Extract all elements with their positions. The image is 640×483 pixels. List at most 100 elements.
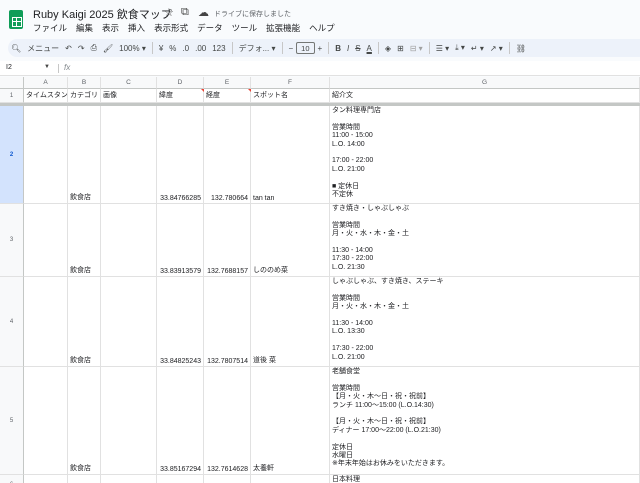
zoom-select[interactable]: 100% ▾ (116, 39, 149, 57)
menu-help[interactable]: ヘルプ (309, 22, 335, 34)
document-title[interactable]: Ruby Kaigi 2025 飲食マップ (33, 6, 172, 22)
sheets-logo-icon[interactable] (9, 10, 23, 29)
cell-category[interactable]: 飲食店 (68, 106, 101, 204)
cell-latitude[interactable]: 33.84766285 (157, 106, 204, 204)
vertical-align-icon[interactable]: ⤓ ▾ (452, 39, 468, 57)
cell-spot-name[interactable]: 道後 菜 (251, 277, 330, 367)
column-header-f[interactable]: F (251, 77, 330, 89)
strikethrough-icon[interactable]: S (352, 39, 363, 57)
cell-spot-name[interactable] (251, 475, 330, 483)
cell-timestamp[interactable] (24, 106, 68, 204)
currency-button[interactable]: ¥ (156, 39, 166, 57)
row-header-6[interactable]: 6 (0, 475, 24, 483)
cell-longitude[interactable]: 132.7614628 (204, 367, 251, 475)
cell-image[interactable] (101, 367, 157, 475)
cell-intro[interactable]: 日本料理 (330, 475, 640, 483)
font-size-input[interactable]: 10 (296, 42, 315, 54)
cell-timestamp[interactable] (24, 367, 68, 475)
menu-view[interactable]: 表示 (102, 22, 119, 34)
search-menus-button[interactable]: メニュー (24, 39, 62, 57)
column-header-c[interactable]: C (101, 77, 157, 89)
menu-file[interactable]: ファイル (33, 22, 67, 34)
header-cell-spot-name[interactable]: スポット名 (251, 89, 330, 103)
row-header-4[interactable]: 4 (0, 277, 24, 367)
italic-icon[interactable]: I (344, 39, 352, 57)
percent-button[interactable]: % (166, 39, 179, 57)
font-size-decrease-icon[interactable]: − (286, 39, 297, 57)
header-cell-latitude[interactable]: 緯度 (157, 89, 204, 103)
cell-image[interactable] (101, 277, 157, 367)
column-header-g[interactable]: G (330, 77, 640, 89)
menu-format[interactable]: 表示形式 (154, 22, 188, 34)
header-cell-longitude[interactable]: 経度 (204, 89, 251, 103)
cell-intro[interactable]: すき焼き・しゃぶしゃぶ 営業時間 月・火・水・木・金・土 11:30 - 14:… (330, 204, 640, 277)
redo-icon[interactable]: ↷ (75, 39, 88, 57)
row-header-5[interactable]: 5 (0, 367, 24, 475)
horizontal-align-icon[interactable]: ☰ ▾ (433, 39, 452, 57)
cloud-saved-icon[interactable]: ☁ (198, 6, 209, 19)
insert-link-icon[interactable]: ⛓ (513, 39, 529, 57)
menu-insert[interactable]: 挿入 (128, 22, 145, 34)
cell-latitude[interactable]: 33.83913579 (157, 204, 204, 277)
cell-latitude[interactable]: 33.85167294 (157, 367, 204, 475)
header-cell-category[interactable]: カテゴリ (68, 89, 101, 103)
row-header-2[interactable]: 2 (0, 106, 24, 204)
column-header-e[interactable]: E (204, 77, 251, 89)
cell-category[interactable]: 飲食店 (68, 367, 101, 475)
cell-longitude[interactable]: 132.7807514 (204, 277, 251, 367)
divider (508, 42, 510, 54)
search-menu-icon[interactable]: 🔍︎ (8, 39, 24, 57)
menu-edit[interactable]: 編集 (76, 22, 93, 34)
cell-timestamp[interactable] (24, 277, 68, 367)
cell-longitude[interactable] (204, 475, 251, 483)
borders-icon[interactable]: ⊞ (394, 39, 407, 57)
bold-icon[interactable]: B (332, 39, 344, 57)
print-icon[interactable]: ⎙ (88, 39, 100, 57)
chevron-down-icon[interactable]: ▼ (44, 64, 50, 70)
cell-longitude[interactable]: 132.780664 (204, 106, 251, 204)
menu-data[interactable]: データ (197, 22, 223, 34)
cell-spot-name[interactable]: 太養軒 (251, 367, 330, 475)
decrease-decimal-button[interactable]: .0 (179, 39, 192, 57)
cell-image[interactable] (101, 204, 157, 277)
cell-intro[interactable]: しゃぶしゃぶ、すき焼き、ステーキ 営業時間 月・火・水・木・金・土 11:30 … (330, 277, 640, 367)
fill-color-icon[interactable]: ◈ (382, 39, 394, 57)
merge-cells-icon[interactable]: ⊟ ▾ (407, 39, 426, 57)
cell-longitude[interactable]: 132.7688157 (204, 204, 251, 277)
row-header-1[interactable]: 1 (0, 89, 24, 103)
cell-latitude[interactable] (157, 475, 204, 483)
text-rotation-icon[interactable]: ↗ ▾ (487, 39, 506, 57)
font-select[interactable]: デフォ... ▾ (236, 39, 279, 57)
cell-spot-name[interactable]: しののめ菜 (251, 204, 330, 277)
text-color-icon[interactable]: A (364, 39, 375, 57)
column-header-b[interactable]: B (68, 77, 101, 89)
cell-category[interactable] (68, 475, 101, 483)
cell-latitude[interactable]: 33.84825243 (157, 277, 204, 367)
cell-spot-name[interactable]: tan tan (251, 106, 330, 204)
cell-category[interactable]: 飲食店 (68, 277, 101, 367)
undo-icon[interactable]: ↶ (62, 39, 75, 57)
header-cell-image[interactable]: 画像 (101, 89, 157, 103)
number-format-button[interactable]: 123 (209, 39, 228, 57)
move-folder-icon[interactable]: ⧉ (181, 6, 189, 19)
header-cell-intro[interactable]: 紹介文 (330, 89, 640, 103)
header-cell-timestamp[interactable]: タイムスタン (24, 89, 68, 103)
font-size-increase-icon[interactable]: + (315, 39, 326, 57)
cell-image[interactable] (101, 475, 157, 483)
cell-intro[interactable]: 老舗食堂 営業時間 【月・火・木〜日・祝・祝前】 ランチ 11:00〜15:00… (330, 367, 640, 475)
row-header-3[interactable]: 3 (0, 204, 24, 277)
text-wrap-icon[interactable]: ↵ ▾ (468, 39, 487, 57)
cell-image[interactable] (101, 106, 157, 204)
menu-extensions[interactable]: 拡張機能 (266, 22, 300, 34)
column-header-d[interactable]: D (157, 77, 204, 89)
select-all-corner[interactable] (0, 77, 24, 89)
menu-tools[interactable]: ツール (232, 22, 258, 34)
paint-format-icon[interactable]: 🖌︎ (100, 39, 116, 57)
cell-category[interactable]: 飲食店 (68, 204, 101, 277)
column-header-a[interactable]: A (24, 77, 68, 89)
cell-timestamp[interactable] (24, 475, 68, 483)
cell-intro[interactable]: タン料理専門店 営業時間 11:00 - 15:00 L.O. 14:00 17… (330, 106, 640, 204)
star-icon[interactable]: ☆ (164, 6, 174, 19)
increase-decimal-button[interactable]: .00 (192, 39, 209, 57)
cell-timestamp[interactable] (24, 204, 68, 277)
